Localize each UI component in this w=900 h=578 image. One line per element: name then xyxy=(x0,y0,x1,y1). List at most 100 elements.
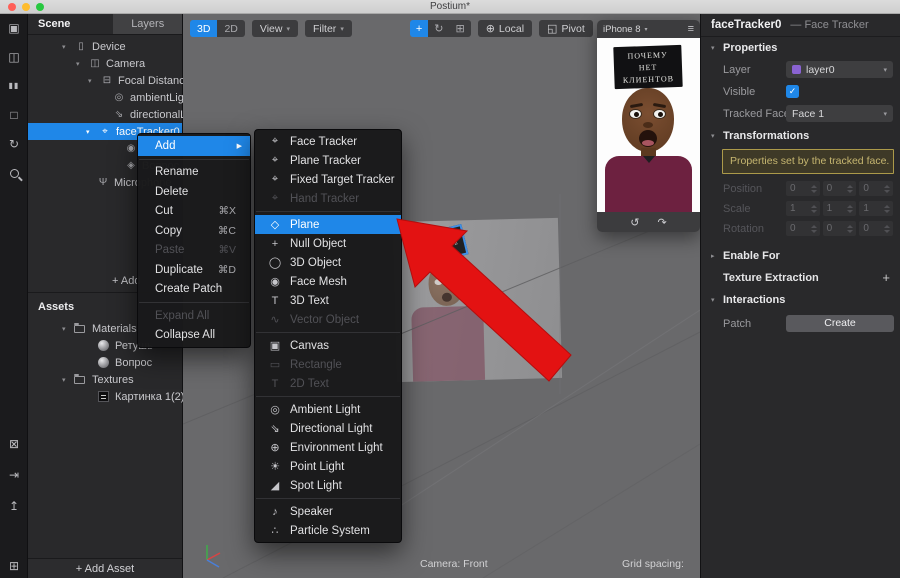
rail-icon[interactable]: ⇥ xyxy=(5,467,23,483)
move-tool-icon[interactable]: + xyxy=(410,20,428,37)
submenu-item[interactable]: ⇘ Directional Light xyxy=(255,419,401,438)
rail-icon[interactable]: ↥ xyxy=(5,498,23,514)
scene-tree-row[interactable]: ⇘ directionalLight0 xyxy=(28,106,182,123)
section-texture-extraction[interactable]: Texture Extraction + xyxy=(701,267,900,289)
submenu-item[interactable]: ☀ Point Light xyxy=(255,457,401,476)
visible-checkbox[interactable]: ✓ xyxy=(786,85,799,98)
transform-x-input: 0 xyxy=(786,221,820,236)
menu-item-label: Create Patch xyxy=(155,283,222,295)
asset-tree-row[interactable]: Картинка 1(2) xyxy=(28,388,182,405)
submenu-item[interactable]: ♪ Speaker xyxy=(255,502,401,521)
tree-item-icon: ⇘ xyxy=(112,109,126,121)
transform-z-input: 0 xyxy=(859,221,893,236)
add-asset-button[interactable]: + Add Asset xyxy=(28,558,182,578)
submenu-item[interactable]: ∴ Particle System xyxy=(255,521,401,540)
local-space-button[interactable]: ⊕ Local xyxy=(478,20,532,37)
context-menu-item[interactable]: Cut ⌘X xyxy=(138,202,250,222)
disclosure-triangle-icon[interactable]: ▾ xyxy=(76,60,88,68)
context-menu-item[interactable]: Expand All xyxy=(138,306,250,326)
section-label: Texture Extraction xyxy=(723,272,819,284)
rail-icon[interactable]: ▮▮ xyxy=(5,78,23,94)
tracked-face-dropdown[interactable]: Face 1 ▾ xyxy=(786,105,893,122)
tree-item-label: Camera xyxy=(106,58,145,70)
disclosure-triangle-icon[interactable]: ▾ xyxy=(62,43,74,51)
submenu-item[interactable]: ⌖ Hand Tracker xyxy=(255,189,401,208)
submenu-item[interactable]: ◇ Plane xyxy=(255,215,401,234)
rail-icon-glyph: ○ xyxy=(10,169,19,178)
menu-separator xyxy=(139,159,249,160)
submenu-item[interactable]: ⌖ Fixed Target Tracker xyxy=(255,170,401,189)
camera-preview-plane[interactable]: ПОЧЕМУ НЕТ КЛИЕНТОВ xyxy=(393,218,562,382)
disclosure-triangle-icon[interactable]: ▾ xyxy=(62,325,74,333)
console-toggle-icon[interactable]: ⊞ xyxy=(0,559,28,573)
scene-tree-row[interactable]: ▾ ⊟ Focal Distance xyxy=(28,72,182,89)
simulator-menu-icon[interactable]: ≡ xyxy=(688,23,694,35)
section-label: Enable For xyxy=(723,250,780,262)
submenu-item[interactable]: ◉ Face Mesh xyxy=(255,272,401,291)
layer-color-swatch xyxy=(792,65,801,74)
context-menu-item[interactable]: Create Patch xyxy=(138,280,250,300)
rotate-device-icon[interactable]: ↷ xyxy=(658,216,667,229)
asset-tree-row[interactable]: Вопрос xyxy=(28,354,182,371)
section-enable-for[interactable]: ▸ Enable For xyxy=(701,245,900,267)
tab-layers[interactable]: Layers xyxy=(113,14,182,34)
chevron-down-icon: ▾ xyxy=(883,110,887,118)
scene-tree-row[interactable]: ▾ ▯ Device xyxy=(28,38,182,55)
tree-item-icon: ◉ xyxy=(124,143,138,155)
context-menu-item[interactable]: Collapse All xyxy=(138,326,250,346)
submenu-item[interactable]: T 2D Text xyxy=(255,374,401,393)
submenu-item[interactable]: + Null Object xyxy=(255,234,401,253)
context-menu-item[interactable]: Paste ⌘V xyxy=(138,241,250,261)
submenu-item[interactable]: ⊕ Environment Light xyxy=(255,438,401,457)
mode-2d-button[interactable]: 2D xyxy=(217,20,244,37)
rail-icon[interactable]: ▣ xyxy=(5,20,23,36)
submenu-item[interactable]: T 3D Text xyxy=(255,291,401,310)
section-interactions[interactable]: ▾ Interactions xyxy=(701,289,900,311)
create-patch-button[interactable]: Create xyxy=(786,315,894,332)
submenu-item[interactable]: ◎ Ambient Light xyxy=(255,400,401,419)
submenu-item[interactable]: ▣ Canvas xyxy=(255,336,401,355)
disclosure-triangle-icon[interactable]: ▾ xyxy=(86,128,98,136)
context-menu-item[interactable]: Rename xyxy=(138,163,250,183)
submenu-item[interactable]: ◢ Spot Light xyxy=(255,476,401,495)
flip-camera-icon[interactable]: ↺ xyxy=(630,216,639,229)
layer-dropdown[interactable]: layer0 ▾ xyxy=(786,61,893,78)
menu-item-label: Cut xyxy=(155,205,173,217)
rail-icon[interactable]: ↻ xyxy=(5,136,23,152)
rail-icon[interactable]: ○ xyxy=(5,165,23,181)
inspector-title: faceTracker0 xyxy=(711,19,781,31)
context-menu-item[interactable]: Copy ⌘C xyxy=(138,221,250,241)
tracked-face-warning: Properties set by the tracked face. xyxy=(722,149,894,174)
asset-tree-row[interactable]: ▾ Textures xyxy=(28,371,182,388)
plane-object-sign[interactable]: ПОЧЕМУ НЕТ КЛИЕНТОВ xyxy=(417,224,469,265)
rail-icon[interactable]: □ xyxy=(5,107,23,123)
disclosure-triangle-icon[interactable]: ▾ xyxy=(88,77,100,85)
mode-3d-button[interactable]: 3D xyxy=(190,20,217,37)
rail-icon[interactable]: ◫ xyxy=(5,49,23,65)
filter-dropdown[interactable]: Filter ▾ xyxy=(305,20,352,37)
context-menu-item[interactable]: Add ▶ xyxy=(138,136,250,156)
chevron-down-icon: ▾ xyxy=(883,66,887,74)
submenu-item-icon: ⌖ xyxy=(267,136,283,148)
scene-tree-row[interactable]: ▾ ◫ Camera xyxy=(28,55,182,72)
submenu-item[interactable]: ⌖ Face Tracker xyxy=(255,132,401,151)
scene-tree-row[interactable]: ◎ ambientLight0 xyxy=(28,89,182,106)
submenu-item[interactable]: ▭ Rectangle xyxy=(255,355,401,374)
view-dropdown[interactable]: View ▾ xyxy=(252,20,298,37)
device-selector[interactable]: iPhone 8 xyxy=(603,24,641,35)
section-properties[interactable]: ▾ Properties xyxy=(701,37,900,59)
scale-tool-icon[interactable]: ⊞ xyxy=(449,20,470,37)
submenu-item[interactable]: ∿ Vector Object xyxy=(255,310,401,329)
tab-scene[interactable]: Scene xyxy=(28,14,113,34)
pivot-button[interactable]: ◱ Pivot xyxy=(539,20,593,37)
submenu-item[interactable]: ⌖ Plane Tracker xyxy=(255,151,401,170)
disclosure-triangle-icon[interactable]: ▾ xyxy=(62,376,74,384)
section-transformations[interactable]: ▾ Transformations xyxy=(701,125,900,147)
rotate-tool-icon[interactable]: ↻ xyxy=(428,20,449,37)
context-menu-item[interactable]: Delete xyxy=(138,182,250,202)
context-menu-item[interactable]: Duplicate ⌘D xyxy=(138,260,250,280)
disclosure-triangle-icon: ▾ xyxy=(711,296,723,304)
rail-icon[interactable]: ⊠ xyxy=(5,436,23,452)
add-texture-extraction-button[interactable]: + xyxy=(882,267,890,289)
submenu-item[interactable]: ◯ 3D Object xyxy=(255,253,401,272)
